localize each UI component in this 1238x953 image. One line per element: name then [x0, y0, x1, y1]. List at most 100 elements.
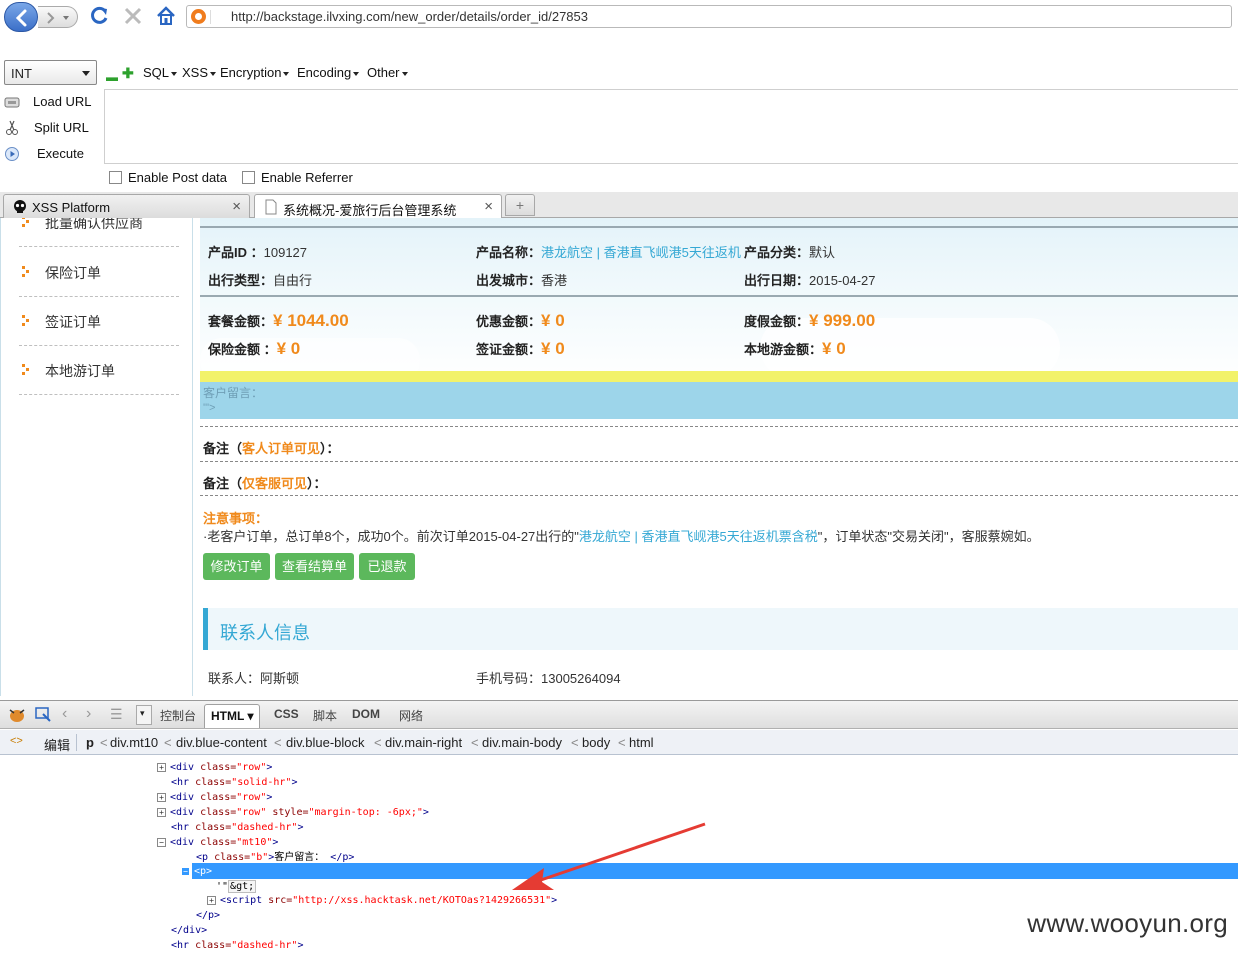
- dropdown-arrow-icon: [171, 71, 178, 76]
- firebug-toolbar: ‹ › ☰ ▾ 控制台 HTML ▾ CSS 脚本 DOM 网络: [0, 700, 1238, 729]
- customer-message-box: 客户留言： '">: [200, 382, 1238, 419]
- sidebar-item-insurance-orders[interactable]: 保险订单: [19, 248, 179, 297]
- product-id: 产品ID ：109127: [208, 245, 308, 260]
- tab-dom[interactable]: DOM: [352, 707, 380, 721]
- tree-node[interactable]: <hr class="dashed-hr">: [171, 820, 303, 835]
- firebug-icon[interactable]: [6, 706, 28, 724]
- sql-menu[interactable]: SQL: [143, 65, 178, 80]
- other-menu[interactable]: Other: [367, 65, 408, 80]
- highlight-bar: [200, 371, 1238, 382]
- notice-link[interactable]: 港龙航空 | 香港直飞岘港5天往返机票含税: [579, 529, 818, 544]
- arrow-right-dropdown-icon: [47, 12, 69, 24]
- divider: [200, 461, 1238, 462]
- tree-node-selected[interactable]: − <p>: [181, 864, 212, 879]
- reload-icon[interactable]: [88, 5, 110, 27]
- load-url-icon: [4, 97, 20, 108]
- url-text[interactable]: http://backstage.ilvxing.com/new_order/d…: [231, 9, 588, 24]
- sidebar-item-visa-orders[interactable]: 签证订单: [19, 297, 179, 346]
- tree-node: </div>: [171, 925, 208, 936]
- dropdown-arrow-icon: [283, 71, 290, 76]
- crumb-p[interactable]: p: [86, 735, 94, 750]
- crumb-div-blue-block[interactable]: div.blue-block: [286, 735, 365, 750]
- back-button[interactable]: [4, 2, 38, 32]
- inspect-icon[interactable]: [34, 706, 52, 724]
- discount-amount: 优惠金额：¥ 0: [476, 311, 565, 330]
- tab-xss-platform[interactable]: XSS Platform ×: [3, 194, 250, 218]
- sidebar: 批量确认供应商 保险订单 签证订单 本地游订单: [0, 218, 193, 696]
- tree-node[interactable]: <hr class="solid-hr">: [171, 775, 297, 790]
- forward-button[interactable]: [38, 6, 78, 28]
- xss-menu[interactable]: XSS: [182, 65, 217, 80]
- bullet-icon: [22, 364, 29, 375]
- edit-button[interactable]: 编辑: [44, 735, 70, 754]
- view-settlement-button[interactable]: 查看结算单: [275, 553, 354, 580]
- type-select[interactable]: INT: [4, 60, 97, 85]
- plus-icon: +: [515, 197, 525, 213]
- notice-label: 注意事项：: [203, 511, 269, 526]
- crumb-div-main-right[interactable]: div.main-right: [385, 735, 462, 750]
- tree-node[interactable]: <p class="b">客户留言： </p>: [196, 850, 354, 865]
- local-tour-amount: 本地游金额：¥ 0: [744, 339, 846, 358]
- crumb-div-mt10[interactable]: div.mt10: [110, 735, 158, 750]
- minus-icon[interactable]: ▬: [106, 70, 118, 84]
- modify-order-button[interactable]: 修改订单: [203, 553, 270, 580]
- stop-icon[interactable]: [122, 5, 144, 27]
- load-url-button[interactable]: Load URL: [4, 92, 100, 114]
- tab-console[interactable]: 控制台: [160, 707, 196, 724]
- arrow-left-icon: [15, 9, 27, 27]
- tree-node[interactable]: <hr class="dashed-hr">: [171, 938, 303, 953]
- bullet-icon: [22, 266, 29, 277]
- insurance-amount: 保险金额 ：¥ 0: [208, 339, 301, 358]
- tree-node[interactable]: − <div class="mt10">: [157, 835, 278, 850]
- plus-icon[interactable]: ✚: [122, 65, 134, 82]
- edit-html-icon[interactable]: <>: [10, 735, 23, 747]
- referrer-checkbox[interactable]: [242, 171, 255, 184]
- divider: [200, 495, 1238, 496]
- remark-service-only: 备注（仅客服可见）：: [203, 476, 327, 491]
- expand-icon: +: [157, 762, 166, 772]
- post-data-checkbox[interactable]: [109, 171, 122, 184]
- collapse-icon: −: [181, 866, 190, 876]
- package-amount: 套餐金额：¥ 1044.00: [208, 311, 349, 330]
- sidebar-item-batch-confirm[interactable]: 批量确认供应商: [19, 218, 179, 247]
- new-tab-button[interactable]: +: [505, 194, 535, 216]
- forward-arrow-icon[interactable]: ›: [86, 705, 91, 723]
- tab-html[interactable]: HTML ▾: [204, 704, 261, 728]
- tree-node[interactable]: + <div class="row" style="margin-top: -6p…: [157, 805, 429, 820]
- collapse-icon: −: [157, 837, 166, 847]
- dropdown-arrow-icon: [210, 71, 217, 76]
- tab-script[interactable]: 脚本: [313, 707, 337, 724]
- page-icon: [265, 199, 277, 215]
- tree-node[interactable]: + <div class="row">: [157, 790, 272, 805]
- tab-network[interactable]: 网络: [399, 707, 423, 724]
- panel-menu-button[interactable]: ▾: [136, 705, 152, 725]
- expand-icon: +: [157, 807, 166, 817]
- crumb-div-main-body[interactable]: div.main-body: [482, 735, 562, 750]
- tab-css[interactable]: CSS: [274, 707, 299, 721]
- selected-row: [192, 863, 1238, 879]
- split-url-button[interactable]: Split URL: [4, 118, 100, 140]
- menu-lines-icon[interactable]: ☰: [110, 706, 123, 723]
- home-icon[interactable]: [155, 5, 177, 27]
- back-arrow-icon[interactable]: ‹: [62, 705, 67, 723]
- crumb-html[interactable]: html: [629, 735, 654, 750]
- encoding-menu[interactable]: Encoding: [297, 65, 360, 80]
- encryption-menu[interactable]: Encryption: [220, 65, 290, 80]
- close-icon[interactable]: ×: [232, 198, 241, 215]
- execute-button[interactable]: Execute: [4, 144, 100, 166]
- product-name: 产品名称：港龙航空 | 香港直飞岘港5天往返机: [476, 245, 741, 260]
- tree-node[interactable]: + <div class="row">: [157, 760, 272, 775]
- crumb-div-blue-content[interactable]: div.blue-content: [176, 735, 267, 750]
- referrer-label: Enable Referrer: [261, 170, 353, 185]
- divider: [200, 426, 1238, 427]
- product-name-link[interactable]: 港龙航空 | 香港直飞岘港5天往返机: [541, 245, 741, 260]
- departure-city: 出发城市：香港: [476, 273, 568, 288]
- address-bar[interactable]: http://backstage.ilvxing.com/new_order/d…: [186, 5, 1232, 28]
- crumb-body[interactable]: body: [582, 735, 610, 750]
- tab-system-overview[interactable]: 系统概况-爱旅行后台管理系统 ×: [254, 194, 502, 219]
- refunded-button[interactable]: 已退款: [359, 553, 415, 580]
- close-icon[interactable]: ×: [484, 198, 493, 215]
- scissors-icon: [6, 120, 18, 135]
- url-textarea[interactable]: [104, 89, 1238, 164]
- sidebar-item-local-tour-orders[interactable]: 本地游订单: [19, 346, 179, 395]
